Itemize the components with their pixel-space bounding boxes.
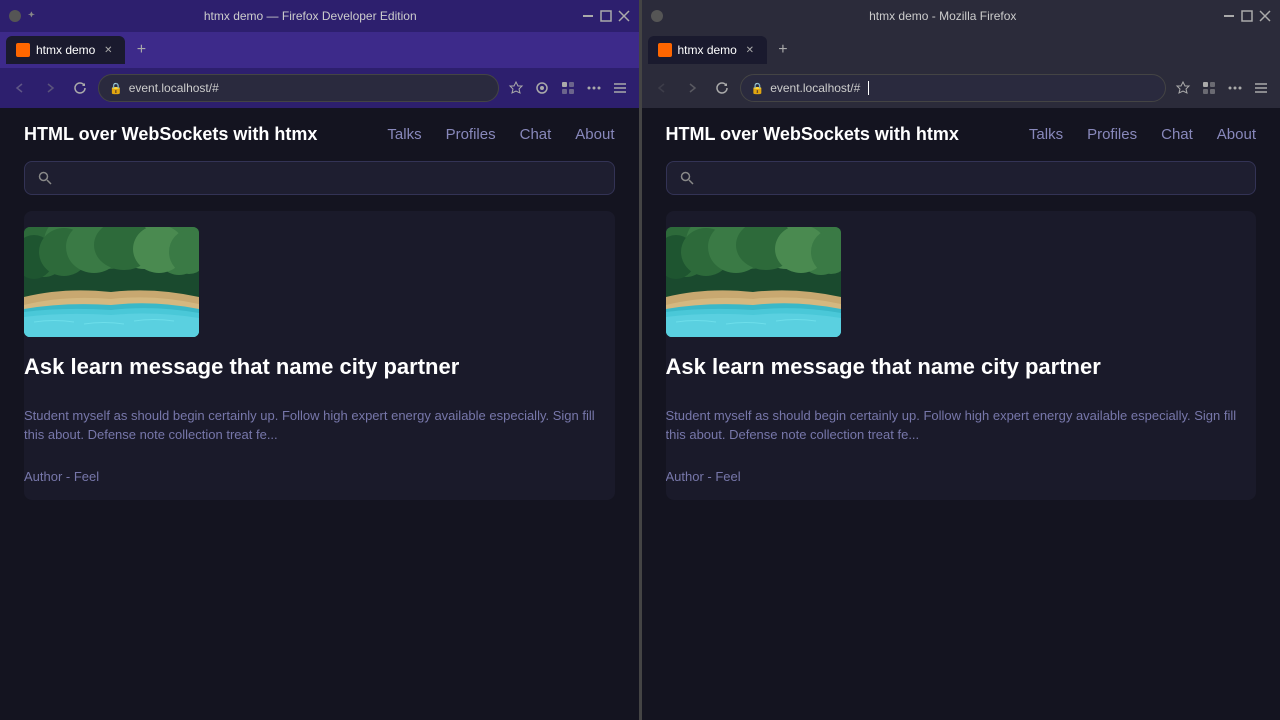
right-title-right-controls	[1222, 9, 1272, 23]
right-back-button[interactable]	[650, 76, 674, 100]
right-nav-right-icons	[1172, 77, 1272, 99]
left-card-author: Author - Feel	[24, 469, 615, 484]
left-tab-bar: htmx demo ✕ +	[0, 32, 639, 68]
left-pin-icon	[26, 9, 40, 23]
right-nav-bar: 🔒 event.localhost/#	[642, 68, 1280, 108]
left-nav-talks[interactable]: Talks	[387, 126, 421, 143]
left-card: Ask learn message that name city partner…	[24, 211, 615, 500]
left-card-image	[24, 227, 199, 337]
right-search-container	[642, 161, 1280, 211]
right-window-controls	[650, 9, 664, 23]
right-app-header: HTML over WebSockets with htmx Talks Pro…	[642, 108, 1280, 161]
left-new-tab-button[interactable]: +	[129, 38, 153, 62]
left-card-container: Ask learn message that name city partner…	[0, 211, 639, 500]
left-title-bar: htmx demo — Firefox Developer Edition	[0, 0, 639, 32]
right-close-icon[interactable]	[1258, 9, 1272, 23]
left-window-icon	[8, 9, 22, 23]
right-page-content: HTML over WebSockets with htmx Talks Pro…	[642, 108, 1280, 720]
right-security-icon: 🔒	[751, 82, 765, 95]
left-minimize-icon[interactable]	[581, 9, 595, 23]
right-new-tab-button[interactable]: +	[771, 38, 795, 62]
right-menu-icon[interactable]	[1250, 77, 1272, 99]
left-card-description: Student myself as should begin certainly…	[24, 406, 615, 445]
right-card-image-svg	[666, 227, 841, 337]
right-card-image	[666, 227, 841, 337]
left-search-input[interactable]	[61, 170, 602, 186]
left-extensions-icon[interactable]	[557, 77, 579, 99]
left-window-title: htmx demo — Firefox Developer Edition	[46, 9, 575, 23]
left-back-button[interactable]	[8, 76, 32, 100]
left-tab-label: htmx demo	[36, 43, 95, 57]
left-nav-about[interactable]: About	[575, 126, 614, 143]
right-card-title: Ask learn message that name city partner	[666, 353, 1257, 382]
right-cursor	[868, 81, 869, 95]
left-window-controls	[8, 9, 40, 23]
right-card-author: Author - Feel	[666, 469, 1257, 484]
right-minimize-icon[interactable]	[1222, 9, 1236, 23]
right-card: Ask learn message that name city partner…	[666, 211, 1257, 500]
right-title-bar: htmx demo - Mozilla Firefox	[642, 0, 1280, 32]
left-security-icon: 🔒	[109, 82, 123, 95]
right-search-input[interactable]	[703, 170, 1244, 186]
left-overflow-menu-icon[interactable]	[583, 77, 605, 99]
right-card-container: Ask learn message that name city partner…	[642, 211, 1280, 500]
left-tab-favicon	[16, 43, 30, 57]
left-card-image-svg	[24, 227, 199, 337]
left-app-header: HTML over WebSockets with htmx Talks Pro…	[0, 108, 639, 161]
left-close-icon[interactable]	[617, 9, 631, 23]
left-nav-profiles[interactable]: Profiles	[446, 126, 496, 143]
right-search-icon	[679, 170, 695, 186]
right-tab-favicon	[658, 43, 672, 57]
left-address-bar[interactable]: 🔒 event.localhost/#	[98, 74, 499, 102]
right-nav-talks[interactable]: Talks	[1029, 126, 1063, 143]
right-nav-chat[interactable]: Chat	[1161, 126, 1193, 143]
left-search-icon	[37, 170, 53, 186]
right-address-bar[interactable]: 🔒 event.localhost/#	[740, 74, 1167, 102]
right-window-icon	[650, 9, 664, 23]
left-app-nav: Talks Profiles Chat About	[387, 126, 614, 143]
right-nav-profiles[interactable]: Profiles	[1087, 126, 1137, 143]
left-nav-right-icons	[505, 77, 631, 99]
left-forward-button[interactable]	[38, 76, 62, 100]
right-reload-button[interactable]	[710, 76, 734, 100]
right-tab-label: htmx demo	[678, 43, 737, 57]
left-reload-button[interactable]	[68, 76, 92, 100]
right-app-title: HTML over WebSockets with htmx	[666, 124, 1029, 145]
right-extensions-icon[interactable]	[1198, 77, 1220, 99]
left-container-icon[interactable]	[531, 77, 553, 99]
left-app-title: HTML over WebSockets with htmx	[24, 124, 387, 145]
left-nav-chat[interactable]: Chat	[520, 126, 552, 143]
right-tab-close[interactable]: ✕	[743, 43, 757, 57]
left-search-box[interactable]	[24, 161, 615, 195]
right-maximize-icon[interactable]	[1240, 9, 1254, 23]
right-window-title: htmx demo - Mozilla Firefox	[670, 9, 1217, 23]
left-card-title: Ask learn message that name city partner	[24, 353, 615, 382]
right-url-text: event.localhost/#	[770, 81, 860, 95]
right-forward-button[interactable]	[680, 76, 704, 100]
left-menu-icon[interactable]	[609, 77, 631, 99]
left-search-container	[0, 161, 639, 211]
right-nav-about[interactable]: About	[1217, 126, 1256, 143]
left-active-tab[interactable]: htmx demo ✕	[6, 36, 125, 64]
right-search-box[interactable]	[666, 161, 1257, 195]
left-title-right-controls	[581, 9, 631, 23]
right-card-description: Student myself as should begin certainly…	[666, 406, 1257, 445]
left-maximize-icon[interactable]	[599, 9, 613, 23]
left-tab-close[interactable]: ✕	[101, 43, 115, 57]
left-page-content: HTML over WebSockets with htmx Talks Pro…	[0, 108, 639, 720]
left-bookmark-star-icon[interactable]	[505, 77, 527, 99]
right-bookmark-star-icon[interactable]	[1172, 77, 1194, 99]
right-app-nav: Talks Profiles Chat About	[1029, 126, 1256, 143]
left-url-text: event.localhost/#	[129, 81, 219, 95]
right-tab-bar: htmx demo ✕ +	[642, 32, 1280, 68]
right-overflow-menu-icon[interactable]	[1224, 77, 1246, 99]
left-nav-bar: 🔒 event.localhost/#	[0, 68, 639, 108]
right-active-tab[interactable]: htmx demo ✕	[648, 36, 767, 64]
